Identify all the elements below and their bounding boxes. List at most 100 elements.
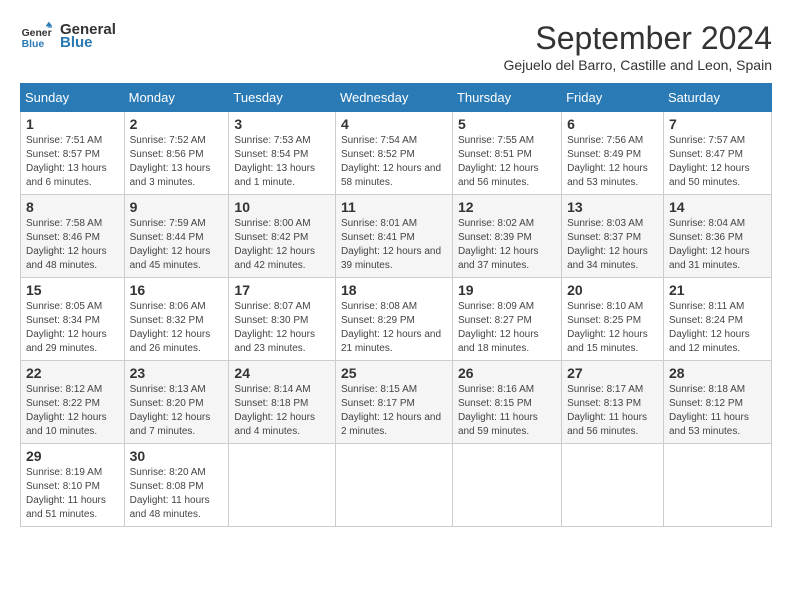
calendar-cell	[335, 444, 452, 527]
calendar-cell: 25 Sunrise: 8:15 AMSunset: 8:17 PMDayligh…	[335, 361, 452, 444]
day-number: 26	[458, 365, 556, 381]
day-info: Sunrise: 8:10 AMSunset: 8:25 PMDaylight:…	[567, 300, 658, 356]
calendar-body: 1 Sunrise: 7:51 AMSunset: 8:57 PMDaylight…	[21, 112, 772, 527]
calendar-cell	[663, 444, 771, 527]
calendar-cell: 27Sunrise: 8:17 AMSunset: 8:13 PMDayligh…	[562, 361, 664, 444]
day-info: Sunrise: 8:08 AMSunset: 8:29 PMDaylight:…	[341, 300, 447, 356]
day-number: 6	[567, 116, 658, 132]
day-number: 9	[130, 199, 224, 215]
month-title: September 2024	[503, 20, 772, 57]
day-number: 21	[669, 282, 766, 298]
logo-icon: General Blue	[20, 20, 52, 52]
weekday-header-saturday: Saturday	[663, 84, 771, 112]
day-number: 20	[567, 282, 658, 298]
day-number: 29	[26, 448, 119, 464]
calendar-cell: 10 Sunrise: 8:00 AMSunset: 8:42 PMDayligh…	[229, 195, 336, 278]
day-number: 11	[341, 199, 447, 215]
calendar-cell: 4Sunrise: 7:54 AMSunset: 8:52 PMDaylight…	[335, 112, 452, 195]
calendar-cell: 24 Sunrise: 8:14 AMSunset: 8:18 PMDayligh…	[229, 361, 336, 444]
svg-text:General: General	[22, 28, 52, 39]
day-info: Sunrise: 8:02 AMSunset: 8:39 PMDaylight:…	[458, 217, 556, 273]
day-info: Sunrise: 8:11 AMSunset: 8:24 PMDaylight:…	[669, 300, 766, 356]
day-number: 17	[234, 282, 330, 298]
calendar-cell: 21 Sunrise: 8:11 AMSunset: 8:24 PMDayligh…	[663, 278, 771, 361]
calendar-cell: 8 Sunrise: 7:58 AMSunset: 8:46 PMDaylight…	[21, 195, 125, 278]
calendar-cell: 18 Sunrise: 8:08 AMSunset: 8:29 PMDayligh…	[335, 278, 452, 361]
day-info: Sunrise: 8:07 AMSunset: 8:30 PMDaylight:…	[234, 300, 330, 356]
weekday-header-thursday: Thursday	[452, 84, 561, 112]
day-info: Sunrise: 8:13 AMSunset: 8:20 PMDaylight:…	[130, 383, 224, 439]
calendar-table: SundayMondayTuesdayWednesdayThursdayFrid…	[20, 83, 772, 527]
calendar-cell: 23 Sunrise: 8:13 AMSunset: 8:20 PMDayligh…	[124, 361, 229, 444]
weekday-header-monday: Monday	[124, 84, 229, 112]
day-info: Sunrise: 7:56 AMSunset: 8:49 PMDaylight:…	[567, 134, 658, 190]
calendar-cell: 20 Sunrise: 8:10 AMSunset: 8:25 PMDayligh…	[562, 278, 664, 361]
calendar-cell: 15 Sunrise: 8:05 AMSunset: 8:34 PMDayligh…	[21, 278, 125, 361]
day-number: 7	[669, 116, 766, 132]
day-number: 28	[669, 365, 766, 381]
calendar-cell: 1 Sunrise: 7:51 AMSunset: 8:57 PMDaylight…	[21, 112, 125, 195]
calendar-cell: 22 Sunrise: 8:12 AMSunset: 8:22 PMDayligh…	[21, 361, 125, 444]
day-info: Sunrise: 8:17 AMSunset: 8:13 PMDaylight:…	[567, 383, 658, 439]
calendar-cell: 3Sunrise: 7:53 AMSunset: 8:54 PMDaylight…	[229, 112, 336, 195]
weekday-header-wednesday: Wednesday	[335, 84, 452, 112]
title-area: September 2024 Gejuelo del Barro, Castil…	[503, 20, 772, 73]
calendar-cell: 11 Sunrise: 8:01 AMSunset: 8:41 PMDayligh…	[335, 195, 452, 278]
calendar-cell: 19Sunrise: 8:09 AMSunset: 8:27 PMDayligh…	[452, 278, 561, 361]
day-info: Sunrise: 8:04 AMSunset: 8:36 PMDaylight:…	[669, 217, 766, 273]
day-number: 8	[26, 199, 119, 215]
day-number: 2	[130, 116, 224, 132]
day-number: 24	[234, 365, 330, 381]
day-number: 23	[130, 365, 224, 381]
header: General Blue General Blue September 2024…	[20, 20, 772, 73]
week-row-4: 22 Sunrise: 8:12 AMSunset: 8:22 PMDayligh…	[21, 361, 772, 444]
day-number: 12	[458, 199, 556, 215]
day-info: Sunrise: 7:54 AMSunset: 8:52 PMDaylight:…	[341, 134, 447, 190]
day-number: 22	[26, 365, 119, 381]
weekday-header-tuesday: Tuesday	[229, 84, 336, 112]
day-info: Sunrise: 8:01 AMSunset: 8:41 PMDaylight:…	[341, 217, 447, 273]
calendar-cell: 17 Sunrise: 8:07 AMSunset: 8:30 PMDayligh…	[229, 278, 336, 361]
day-info: Sunrise: 8:19 AMSunset: 8:10 PMDaylight:…	[26, 466, 119, 522]
calendar-cell: 26 Sunrise: 8:16 AMSunset: 8:15 PMDayligh…	[452, 361, 561, 444]
day-number: 18	[341, 282, 447, 298]
calendar-cell: 29 Sunrise: 8:19 AMSunset: 8:10 PMDayligh…	[21, 444, 125, 527]
location-title: Gejuelo del Barro, Castille and Leon, Sp…	[503, 57, 772, 73]
week-row-3: 15 Sunrise: 8:05 AMSunset: 8:34 PMDayligh…	[21, 278, 772, 361]
week-row-5: 29 Sunrise: 8:19 AMSunset: 8:10 PMDayligh…	[21, 444, 772, 527]
day-info: Sunrise: 8:18 AMSunset: 8:12 PMDaylight:…	[669, 383, 766, 439]
weekday-header-friday: Friday	[562, 84, 664, 112]
day-info: Sunrise: 8:00 AMSunset: 8:42 PMDaylight:…	[234, 217, 330, 273]
day-number: 25	[341, 365, 447, 381]
day-number: 15	[26, 282, 119, 298]
day-number: 19	[458, 282, 556, 298]
week-row-1: 1 Sunrise: 7:51 AMSunset: 8:57 PMDaylight…	[21, 112, 772, 195]
day-info: Sunrise: 7:51 AMSunset: 8:57 PMDaylight:…	[26, 134, 119, 190]
day-info: Sunrise: 8:14 AMSunset: 8:18 PMDaylight:…	[234, 383, 330, 439]
day-info: Sunrise: 7:52 AMSunset: 8:56 PMDaylight:…	[130, 134, 224, 190]
week-row-2: 8 Sunrise: 7:58 AMSunset: 8:46 PMDaylight…	[21, 195, 772, 278]
day-info: Sunrise: 7:55 AMSunset: 8:51 PMDaylight:…	[458, 134, 556, 190]
calendar-cell: 7 Sunrise: 7:57 AMSunset: 8:47 PMDaylight…	[663, 112, 771, 195]
day-number: 30	[130, 448, 224, 464]
day-info: Sunrise: 8:15 AMSunset: 8:17 PMDaylight:…	[341, 383, 447, 439]
day-info: Sunrise: 8:03 AMSunset: 8:37 PMDaylight:…	[567, 217, 658, 273]
calendar-cell: 5 Sunrise: 7:55 AMSunset: 8:51 PMDaylight…	[452, 112, 561, 195]
day-info: Sunrise: 7:57 AMSunset: 8:47 PMDaylight:…	[669, 134, 766, 190]
day-info: Sunrise: 7:53 AMSunset: 8:54 PMDaylight:…	[234, 134, 330, 190]
day-info: Sunrise: 8:05 AMSunset: 8:34 PMDaylight:…	[26, 300, 119, 356]
weekday-header-row: SundayMondayTuesdayWednesdayThursdayFrid…	[21, 84, 772, 112]
day-info: Sunrise: 8:16 AMSunset: 8:15 PMDaylight:…	[458, 383, 556, 439]
day-number: 1	[26, 116, 119, 132]
calendar-cell	[229, 444, 336, 527]
day-number: 10	[234, 199, 330, 215]
calendar-cell	[562, 444, 664, 527]
day-number: 13	[567, 199, 658, 215]
calendar-cell: 14 Sunrise: 8:04 AMSunset: 8:36 PMDayligh…	[663, 195, 771, 278]
day-info: Sunrise: 8:12 AMSunset: 8:22 PMDaylight:…	[26, 383, 119, 439]
day-number: 14	[669, 199, 766, 215]
day-number: 5	[458, 116, 556, 132]
calendar-cell: 30Sunrise: 8:20 AMSunset: 8:08 PMDayligh…	[124, 444, 229, 527]
day-info: Sunrise: 7:58 AMSunset: 8:46 PMDaylight:…	[26, 217, 119, 273]
calendar-cell: 13 Sunrise: 8:03 AMSunset: 8:37 PMDayligh…	[562, 195, 664, 278]
